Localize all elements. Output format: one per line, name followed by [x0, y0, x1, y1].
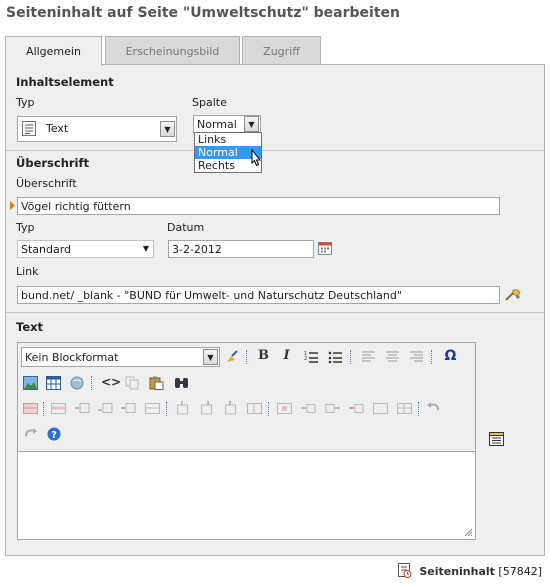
- cell-delete-icon[interactable]: [349, 401, 364, 415]
- column-select-value: Normal: [197, 118, 237, 131]
- toolbar-separator: [91, 376, 92, 390]
- section-divider: [6, 312, 544, 313]
- row-properties-icon[interactable]: [51, 401, 66, 415]
- svg-text:?: ?: [51, 430, 57, 441]
- tab-bar: Allgemein Erscheinungsbild Zugriff: [5, 36, 545, 66]
- rich-text-editor: Kein Blockformat ▼ B I 12 Ω <> ?: [17, 342, 476, 540]
- date-input[interactable]: 3-2-2012: [168, 240, 314, 258]
- rte-content-area[interactable]: [18, 451, 475, 539]
- header-label: Überschrift: [16, 177, 77, 190]
- align-center-icon[interactable]: [385, 350, 400, 364]
- ordered-list-icon[interactable]: 12: [304, 350, 319, 364]
- copy-icon[interactable]: [125, 376, 140, 390]
- html-source-icon[interactable]: <>: [101, 375, 121, 389]
- link-wizard-icon[interactable]: [505, 288, 521, 305]
- toolbar-separator: [431, 350, 432, 364]
- section-divider: [6, 150, 544, 151]
- bold-icon[interactable]: B: [256, 349, 271, 363]
- column-option-links[interactable]: Links: [195, 133, 261, 146]
- cell-insert-after-icon[interactable]: [325, 401, 340, 415]
- table-properties-icon[interactable]: [23, 401, 38, 415]
- blockformat-select-value: Kein Blockformat: [25, 351, 119, 364]
- header-type-select[interactable]: Standard ▼: [17, 240, 154, 258]
- type-label: Typ: [16, 96, 35, 109]
- record-footer: Seiteninhalt [57842]: [397, 563, 542, 581]
- mouse-cursor-icon: [249, 148, 263, 172]
- row-split-icon[interactable]: [145, 401, 160, 415]
- column-delete-icon[interactable]: [223, 401, 238, 415]
- link-input[interactable]: bund.net/ _blank - "BUND für Umwelt- und…: [17, 286, 500, 304]
- header-input[interactable]: Vögel richtig füttern: [17, 197, 500, 215]
- section-heading-header: Überschrift: [16, 156, 90, 170]
- toolbar-separator: [43, 402, 44, 416]
- footer-record-type: Seiteninhalt: [419, 565, 495, 578]
- footer-record-id: [57842]: [498, 565, 542, 578]
- section-heading-content-element: Inhaltselement: [16, 75, 114, 89]
- cell-insert-before-icon[interactable]: [301, 401, 316, 415]
- text-element-icon: [22, 121, 36, 139]
- content-record-icon: [397, 563, 412, 581]
- clean-format-icon[interactable]: [225, 350, 240, 364]
- header-type-label: Typ: [16, 221, 35, 234]
- header-type-select-value: Standard: [21, 243, 72, 256]
- align-left-icon[interactable]: [361, 350, 376, 364]
- insert-image-icon[interactable]: [23, 376, 38, 390]
- column-select[interactable]: Normal ▼: [193, 115, 261, 133]
- cell-merge-icon[interactable]: [373, 401, 388, 415]
- type-select-value: Text: [46, 122, 69, 135]
- row-insert-after-icon[interactable]: [98, 401, 113, 415]
- redo-icon[interactable]: [23, 427, 38, 441]
- required-marker-icon: [10, 200, 15, 213]
- link-label: Link: [16, 265, 39, 278]
- column-split-icon[interactable]: [247, 401, 262, 415]
- help-icon[interactable]: ?: [47, 427, 62, 441]
- find-replace-icon[interactable]: [174, 376, 189, 390]
- type-select[interactable]: Text ▼: [17, 116, 177, 142]
- tab-allgemein[interactable]: Allgemein: [5, 36, 102, 66]
- chevron-down-icon: ▼: [160, 121, 175, 137]
- unordered-list-icon[interactable]: [328, 350, 343, 364]
- toolbar-separator: [166, 402, 167, 416]
- insert-table-icon[interactable]: [46, 376, 61, 390]
- blockformat-select[interactable]: Kein Blockformat ▼: [21, 347, 220, 367]
- special-character-icon[interactable]: Ω: [443, 349, 458, 363]
- toolbar-separator: [268, 402, 269, 416]
- calendar-icon[interactable]: [318, 241, 332, 258]
- toolbar-separator: [246, 350, 247, 364]
- chevron-down-icon: ▼: [142, 244, 149, 253]
- column-insert-before-icon[interactable]: [175, 401, 190, 415]
- tab-erscheinungsbild[interactable]: Erscheinungsbild: [105, 36, 240, 65]
- column-insert-after-icon[interactable]: [199, 401, 214, 415]
- date-label: Datum: [167, 221, 205, 234]
- form-panel: Inhaltselement Typ Spalte Text ▼ Normal …: [5, 64, 545, 556]
- column-label: Spalte: [192, 96, 227, 109]
- resize-grip-icon[interactable]: [463, 527, 473, 540]
- undo-icon[interactable]: [426, 401, 441, 415]
- paste-icon[interactable]: [149, 376, 164, 390]
- chevron-down-icon: ▼: [244, 116, 259, 132]
- chevron-down-icon: ▼: [203, 349, 218, 365]
- page-title: Seiteninhalt auf Seite "Umweltschutz" be…: [6, 5, 400, 21]
- section-heading-text: Text: [16, 320, 44, 334]
- svg-text:2: 2: [304, 356, 307, 362]
- toolbar-separator: [350, 350, 351, 364]
- cell-properties-icon[interactable]: [277, 401, 292, 415]
- tab-zugriff[interactable]: Zugriff: [242, 36, 321, 65]
- rte-fullscreen-icon[interactable]: [488, 431, 505, 450]
- insert-link-icon[interactable]: [70, 376, 85, 390]
- italic-icon[interactable]: I: [279, 349, 294, 363]
- row-delete-icon[interactable]: [121, 401, 136, 415]
- align-right-icon[interactable]: [409, 350, 424, 364]
- row-insert-before-icon[interactable]: [75, 401, 90, 415]
- toolbar-separator: [418, 402, 419, 416]
- cell-split-icon[interactable]: [397, 401, 412, 415]
